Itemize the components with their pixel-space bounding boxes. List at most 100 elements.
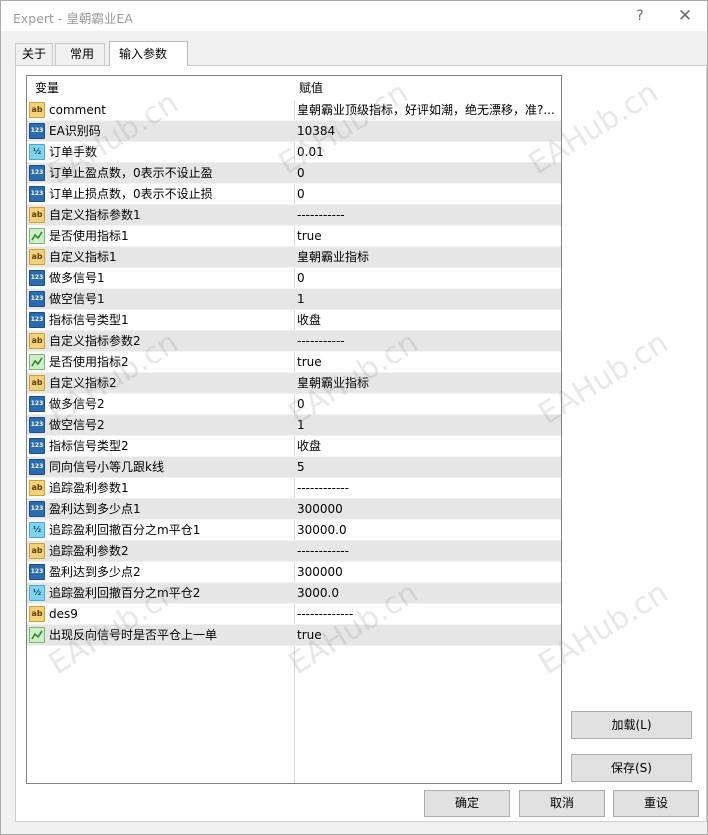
table-row[interactable]: ½ 订单手数 0.01: [27, 142, 561, 163]
table-row[interactable]: 是否使用指标1 true: [27, 226, 561, 247]
parameter-name: 盈利达到多少点1: [49, 502, 141, 516]
parameter-value[interactable]: 1: [297, 415, 559, 436]
header-variable[interactable]: 变量: [35, 76, 59, 100]
boolean-type-icon: [29, 354, 45, 370]
parameter-value[interactable]: ------------: [297, 478, 559, 499]
table-row[interactable]: ab 自定义指标参数2 -----------: [27, 331, 561, 352]
table-row[interactable]: ab 自定义指标2 皇朝霸业指标: [27, 373, 561, 394]
integer-type-icon: 123: [29, 270, 45, 286]
table-row[interactable]: ab 追踪盈利参数1 ------------: [27, 478, 561, 499]
parameter-value[interactable]: 5: [297, 457, 559, 478]
integer-type-icon: 123: [29, 438, 45, 454]
inputs-panel: 变量 赋值 ab comment 皇朝霸业顶级指标，好评如潮，绝无漂移，准?... 1…: [15, 65, 707, 822]
tab-common[interactable]: 常用: [55, 43, 105, 65]
load-button[interactable]: 加载(L): [571, 711, 692, 739]
parameter-value[interactable]: 0: [297, 184, 559, 205]
parameter-value[interactable]: 收盘: [297, 310, 559, 331]
parameter-value[interactable]: 300000: [297, 562, 559, 583]
parameter-value[interactable]: 0: [297, 394, 559, 415]
table-row[interactable]: 123 EA识别码 10384: [27, 121, 561, 142]
parameter-value[interactable]: 0: [297, 268, 559, 289]
parameter-value[interactable]: 皇朝霸业指标: [297, 247, 559, 268]
parameter-name: 做多信号2: [49, 397, 105, 411]
string-type-icon: ab: [29, 375, 45, 391]
parameter-value[interactable]: ------------: [297, 541, 559, 562]
parameter-name: 做多信号1: [49, 271, 105, 285]
table-row[interactable]: 123 指标信号类型2 收盘: [27, 436, 561, 457]
parameter-value[interactable]: true: [297, 226, 559, 247]
parameter-value[interactable]: 10384: [297, 121, 559, 142]
string-type-icon: ab: [29, 606, 45, 622]
table-row[interactable]: ab 追踪盈利参数2 ------------: [27, 541, 561, 562]
parameter-name: 做空信号2: [49, 418, 105, 432]
cancel-button[interactable]: 取消: [519, 790, 605, 817]
save-button[interactable]: 保存(S): [571, 754, 692, 782]
window-title: Expert - 皇朝霸业EA: [13, 11, 133, 26]
parameter-rows: ab comment 皇朝霸业顶级指标，好评如潮，绝无漂移，准?... 123 EA识别…: [27, 100, 561, 646]
tab-inputs[interactable]: 输入参数: [109, 41, 188, 66]
boolean-type-icon: [29, 627, 45, 643]
table-row[interactable]: ab 自定义指标参数1 -----------: [27, 205, 561, 226]
parameter-value[interactable]: 300000: [297, 499, 559, 520]
table-row[interactable]: 123 同向信号小等几跟k线 5: [27, 457, 561, 478]
integer-type-icon: 123: [29, 165, 45, 181]
parameter-name: des9: [49, 607, 78, 621]
table-row[interactable]: 123 做空信号2 1: [27, 415, 561, 436]
parameter-value[interactable]: 0.01: [297, 142, 559, 163]
parameter-value[interactable]: -----------: [297, 205, 559, 226]
table-row[interactable]: 123 盈利达到多少点1 300000: [27, 499, 561, 520]
table-row[interactable]: 出现反向信号时是否平仓上一单 true: [27, 625, 561, 646]
parameter-value[interactable]: 30000.0: [297, 520, 559, 541]
integer-type-icon: 123: [29, 564, 45, 580]
table-row[interactable]: 123 做空信号1 1: [27, 289, 561, 310]
table-row[interactable]: 123 指标信号类型1 收盘: [27, 310, 561, 331]
ok-button[interactable]: 确定: [424, 790, 510, 817]
parameter-name: 指标信号类型2: [49, 439, 129, 453]
table-row[interactable]: ½ 追踪盈利回撤百分之m平仓2 3000.0: [27, 583, 561, 604]
parameter-name: 自定义指标2: [49, 376, 117, 390]
table-row[interactable]: 是否使用指标2 true: [27, 352, 561, 373]
table-row[interactable]: ½ 追踪盈利回撤百分之m平仓1 30000.0: [27, 520, 561, 541]
help-icon[interactable]: ?: [627, 5, 653, 27]
table-row[interactable]: 123 订单止盈点数，0表示不设止盈 0: [27, 163, 561, 184]
string-type-icon: ab: [29, 102, 45, 118]
tab-about[interactable]: 关于: [15, 43, 53, 65]
parameter-name: 自定义指标参数2: [49, 334, 141, 348]
parameter-name: 追踪盈利参数1: [49, 481, 129, 495]
parameter-value[interactable]: 0: [297, 163, 559, 184]
parameter-name: 订单手数: [49, 145, 98, 159]
parameter-value[interactable]: 1: [297, 289, 559, 310]
integer-type-icon: 123: [29, 459, 45, 475]
integer-type-icon: 123: [29, 291, 45, 307]
parameter-name: 出现反向信号时是否平仓上一单: [49, 628, 218, 642]
parameter-value[interactable]: 3000.0: [297, 583, 559, 604]
parameter-name: 追踪盈利参数2: [49, 544, 129, 558]
table-row[interactable]: 123 做多信号1 0: [27, 268, 561, 289]
parameter-name: 盈利达到多少点2: [49, 565, 141, 579]
parameter-name: 同向信号小等几跟k线: [49, 460, 164, 474]
reset-button[interactable]: 重设: [613, 790, 699, 817]
integer-type-icon: 123: [29, 186, 45, 202]
parameter-value[interactable]: 收盘: [297, 436, 559, 457]
boolean-type-icon: [29, 228, 45, 244]
parameter-value[interactable]: 皇朝霸业顶级指标，好评如潮，绝无漂移，准?...: [297, 100, 559, 121]
table-row[interactable]: ab 自定义指标1 皇朝霸业指标: [27, 247, 561, 268]
table-row[interactable]: 123 做多信号2 0: [27, 394, 561, 415]
parameter-name: 自定义指标1: [49, 250, 117, 264]
parameter-name: 是否使用指标2: [49, 355, 129, 369]
parameter-name: 追踪盈利回撤百分之m平仓1: [49, 523, 201, 537]
integer-type-icon: 123: [29, 417, 45, 433]
title-bar: Expert - 皇朝霸业EA ? ✕: [1, 1, 707, 31]
parameter-value[interactable]: -----------: [297, 331, 559, 352]
table-row[interactable]: ab des9 -------------: [27, 604, 561, 625]
table-row[interactable]: 123 盈利达到多少点2 300000: [27, 562, 561, 583]
parameter-value[interactable]: true: [297, 352, 559, 373]
parameter-value[interactable]: -------------: [297, 604, 559, 625]
table-row[interactable]: 123 订单止损点数，0表示不设止损 0: [27, 184, 561, 205]
header-value[interactable]: 赋值: [299, 76, 323, 100]
close-icon[interactable]: ✕: [672, 5, 698, 27]
parameter-name: EA识别码: [49, 124, 101, 138]
parameter-value[interactable]: true: [297, 625, 559, 646]
table-row[interactable]: ab comment 皇朝霸业顶级指标，好评如潮，绝无漂移，准?...: [27, 100, 561, 121]
parameter-value[interactable]: 皇朝霸业指标: [297, 373, 559, 394]
